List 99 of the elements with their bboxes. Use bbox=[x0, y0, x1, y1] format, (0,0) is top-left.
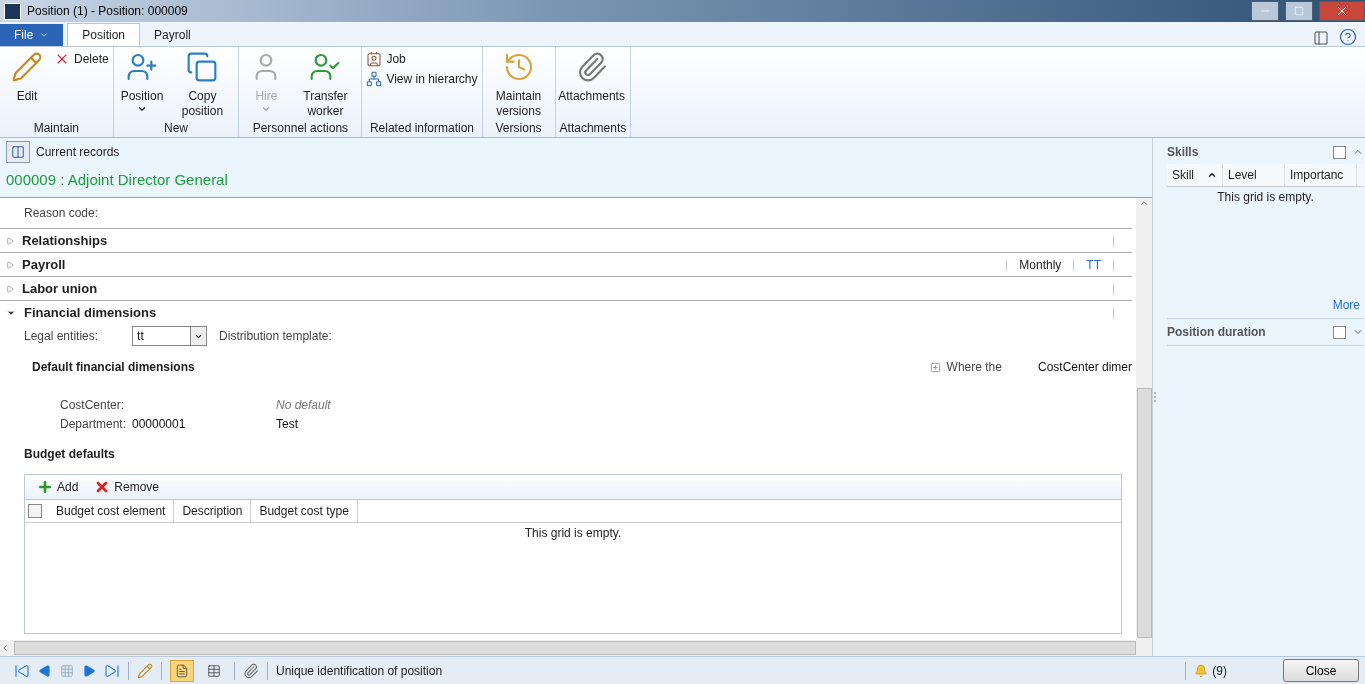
column-header[interactable]: Level bbox=[1223, 164, 1285, 186]
ribbon-button[interactable]: Job bbox=[366, 51, 478, 67]
ribbon-button[interactable]: Copy position bbox=[170, 51, 235, 121]
expand-icon bbox=[6, 260, 14, 269]
caret-icon bbox=[261, 104, 272, 114]
select-all-checkbox[interactable] bbox=[28, 504, 42, 518]
legal-entities-combo[interactable]: tt bbox=[132, 326, 208, 346]
skills-header[interactable]: Skills bbox=[1167, 144, 1364, 160]
ribbon-button[interactable]: Attachments bbox=[559, 51, 624, 121]
ribbon-button[interactable]: Maintain versions bbox=[486, 51, 551, 121]
attachment-icon bbox=[243, 662, 259, 679]
summary-text: Monthly bbox=[1019, 257, 1062, 272]
dimension-label: Department: bbox=[60, 417, 128, 431]
help-icon bbox=[1339, 28, 1357, 46]
plus-icon bbox=[37, 479, 53, 495]
section-header[interactable]: Payroll Monthly TT bbox=[0, 252, 1132, 276]
notifications-button[interactable]: (9) bbox=[1194, 663, 1227, 678]
group-label: Versions bbox=[494, 121, 543, 137]
last-record-icon bbox=[104, 662, 120, 679]
dimension-value: 00000001 bbox=[132, 417, 186, 431]
section-header[interactable]: Labor union bbox=[0, 276, 1132, 300]
expand-icon bbox=[6, 284, 14, 293]
section-header[interactable]: Relationships bbox=[0, 228, 1132, 252]
ribbon-button[interactable]: Position bbox=[117, 51, 167, 121]
scroll-left-icon bbox=[0, 643, 10, 653]
empty-grid-message: This grid is empty. bbox=[1216, 189, 1315, 204]
group-label: Maintain bbox=[32, 121, 80, 137]
file-menu-tab[interactable]: File bbox=[0, 24, 64, 46]
status-text: Unique identification of position bbox=[276, 663, 444, 678]
maximize-button[interactable] bbox=[1285, 1, 1313, 21]
vertical-scrollbar[interactable] bbox=[1136, 198, 1152, 640]
ribbon-button[interactable]: Edit bbox=[4, 51, 50, 121]
field-label: Reason code: bbox=[24, 206, 99, 220]
minimize-button[interactable] bbox=[1251, 1, 1279, 21]
empty-grid-message: This grid is empty. bbox=[523, 525, 623, 540]
previous-record-icon bbox=[38, 663, 52, 678]
expand-icon bbox=[6, 236, 14, 245]
scroll-up-icon bbox=[1139, 198, 1149, 208]
column-header[interactable]: Description bbox=[174, 500, 252, 522]
ribbon-button[interactable]: Delete bbox=[54, 51, 109, 67]
ribbon-button[interactable]: View in hierarchy bbox=[366, 71, 478, 87]
column-header[interactable]: Budget cost type bbox=[251, 500, 358, 522]
position-duration-header[interactable]: Position duration bbox=[1167, 324, 1364, 340]
group-label: Related information bbox=[368, 121, 475, 137]
close-icon bbox=[1335, 4, 1349, 18]
copy-icon bbox=[186, 51, 219, 83]
ribbon-tab[interactable]: Position bbox=[67, 23, 141, 46]
group-label: Personnel actions bbox=[251, 121, 350, 137]
remove-button[interactable]: Remove bbox=[94, 479, 160, 495]
bell-icon bbox=[1194, 663, 1209, 678]
pencil-icon bbox=[11, 51, 43, 83]
field-label: Distribution template: bbox=[219, 329, 332, 343]
split-view-icon bbox=[11, 145, 25, 159]
condition-value: CostCenter dimer bbox=[1037, 360, 1132, 374]
splitter-handle[interactable] bbox=[1153, 138, 1157, 656]
contact-card-icon bbox=[366, 51, 383, 67]
record-title: 000009 : Adjoint Director General bbox=[6, 171, 229, 188]
close-button[interactable]: Close bbox=[1283, 659, 1359, 682]
expand-icon[interactable] bbox=[929, 361, 941, 373]
layout-icon bbox=[1313, 30, 1329, 46]
condition-label: Where the bbox=[946, 360, 1002, 374]
column-header[interactable]: Importanc bbox=[1285, 164, 1357, 186]
column-header[interactable]: Skill bbox=[1167, 164, 1223, 186]
form-view-button[interactable] bbox=[170, 659, 194, 682]
split-view-button[interactable] bbox=[6, 141, 30, 163]
hierarchy-icon bbox=[366, 71, 383, 87]
dimension-description: No default bbox=[276, 398, 332, 412]
pencil-icon bbox=[137, 662, 153, 679]
caret-icon bbox=[137, 104, 148, 114]
next-record-icon bbox=[82, 663, 96, 678]
person-check-icon bbox=[309, 51, 342, 83]
app-icon bbox=[4, 2, 21, 20]
window-title: Position (1) - Position: 000009 bbox=[27, 4, 189, 18]
ribbon-button[interactable]: Transfer worker bbox=[293, 51, 358, 121]
ribbon-tab[interactable]: Payroll bbox=[140, 24, 205, 46]
person-add-icon bbox=[126, 51, 159, 83]
more-link[interactable]: More bbox=[1167, 298, 1364, 318]
table-icon bbox=[207, 663, 221, 678]
group-label: New bbox=[163, 121, 190, 137]
grid-icon bbox=[60, 663, 74, 678]
add-button[interactable]: Add bbox=[37, 479, 79, 495]
pane-icon[interactable] bbox=[1333, 325, 1346, 339]
restore-icon bbox=[1294, 6, 1304, 16]
sort-icon bbox=[1207, 170, 1217, 180]
summary-link[interactable]: TT bbox=[1086, 257, 1101, 272]
group-label: Attachments bbox=[559, 121, 627, 137]
subsection-title: Budget defaults bbox=[23, 447, 116, 461]
form-icon bbox=[175, 663, 189, 678]
filter-label: Current records bbox=[36, 145, 120, 159]
section-header[interactable]: Financial dimensions bbox=[0, 300, 1132, 324]
caret-icon bbox=[39, 30, 50, 40]
field-label: Legal entities: bbox=[24, 329, 99, 343]
first-record-icon bbox=[14, 662, 30, 679]
dimension-label: CostCenter: bbox=[60, 398, 126, 412]
dimension-description: Test bbox=[276, 417, 299, 431]
horizontal-scrollbar[interactable] bbox=[0, 640, 1152, 656]
subsection-title: Default financial dimensions bbox=[32, 360, 195, 374]
column-header[interactable]: Budget cost element bbox=[48, 500, 175, 522]
pane-icon[interactable] bbox=[1333, 145, 1346, 159]
